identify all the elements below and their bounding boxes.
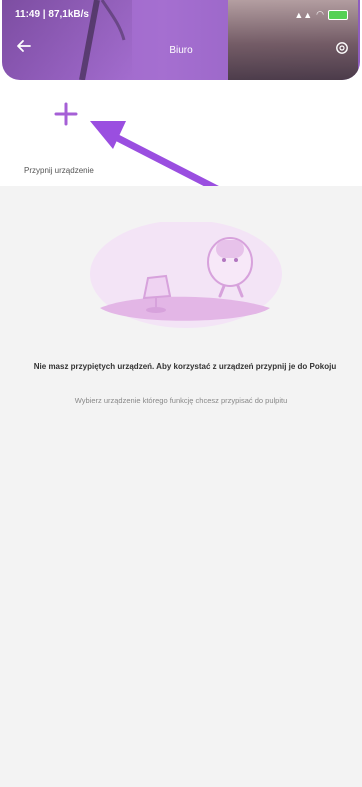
empty-state-subtitle: Wybierz urządzenie którego funkcję chces… bbox=[74, 396, 288, 405]
pin-device-label: Przypnij urządzenie bbox=[24, 166, 94, 175]
screen: 11:49 | 87,1kB/s ▲▲ ◠ Biuro Przypnij urz… bbox=[0, 0, 362, 787]
empty-state-illustration bbox=[90, 222, 282, 328]
empty-state-title: Nie masz przypiętych urządzeń. Aby korzy… bbox=[33, 362, 337, 371]
